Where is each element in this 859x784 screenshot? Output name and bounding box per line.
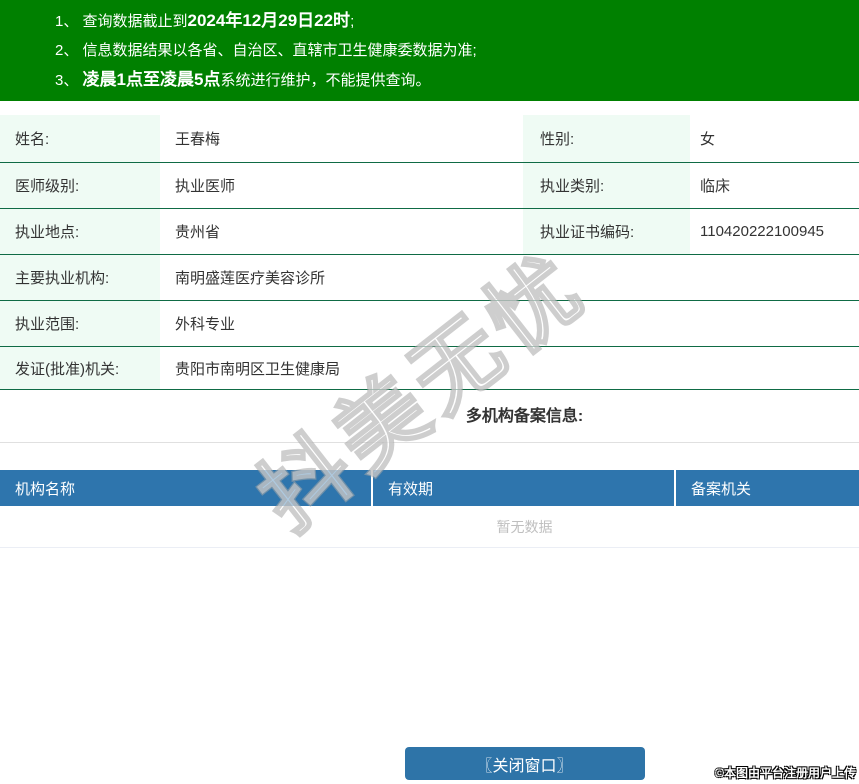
notice-1-bold: 2024年12月29日22时 (187, 11, 351, 30)
notice-item-1: 1、 查询数据截止到2024年12月29日22时; (55, 6, 859, 36)
practitioner-info-table: 姓名: 王春梅 性别: 女 医师级别: 执业医师 执业类别: 临床 执业地点: … (0, 115, 859, 390)
notice-2-text: 2、 信息数据结果以各省、自治区、直辖市卫生健康委数据为准; (55, 42, 477, 59)
cert-label: 执业证书编码: (523, 209, 690, 254)
location-value: 贵州省 (175, 224, 221, 241)
notice-1-pre: 1、 查询数据截止到 (55, 13, 188, 30)
column-header-org-name: 机构名称 (15, 480, 76, 498)
category-value: 临床 (700, 178, 731, 195)
notice-1-post: ; (350, 13, 355, 30)
table-row-main-org: 主要执业机构: 南明盛莲医疗美容诊所 (0, 255, 859, 301)
button-row: 〖关闭窗口〗 (0, 747, 859, 780)
multi-org-section-title: 多机构备案信息: (0, 390, 859, 443)
notice-3-pre: 3、 (55, 72, 83, 89)
notice-item-2: 2、 信息数据结果以各省、自治区、直辖市卫生健康委数据为准; (55, 36, 859, 65)
name-label: 姓名: (0, 115, 160, 162)
level-value: 执业医师 (175, 178, 236, 195)
notice-3-bold: 凌晨1点至凌晨5点 (82, 70, 221, 89)
table-row-level-category: 医师级别: 执业医师 执业类别: 临床 (0, 163, 859, 209)
location-label: 执业地点: (0, 209, 160, 254)
table-row-issuer: 发证(批准)机关: 贵阳市南明区卫生健康局 (0, 347, 859, 390)
close-window-button[interactable]: 〖关闭窗口〗 (404, 747, 645, 780)
table-row-location-cert: 执业地点: 贵州省 执业证书编码: 110420222100945 (0, 209, 859, 255)
table-row-name-gender: 姓名: 王春梅 性别: 女 (0, 115, 859, 163)
column-header-validity: 有效期 (371, 470, 674, 506)
empty-data-text: 暂无数据 (0, 506, 859, 548)
scope-value: 外科专业 (175, 316, 236, 333)
notice-3-post: 系统进行维护，不能提供查询。 (220, 72, 431, 89)
category-label: 执业类别: (523, 163, 690, 208)
gender-value: 女 (700, 131, 716, 148)
issuer-label: 发证(批准)机关: (0, 347, 160, 389)
level-label: 医师级别: (0, 163, 160, 208)
scope-label: 执业范围: (0, 301, 160, 346)
notice-banner: 1、 查询数据截止到2024年12月29日22时; 2、 信息数据结果以各省、自… (0, 0, 859, 101)
org-value: 南明盛莲医疗美容诊所 (175, 270, 326, 287)
issuer-value: 贵阳市南明区卫生健康局 (175, 360, 341, 378)
gender-label: 性别: (523, 115, 690, 162)
filing-table-header: 机构名称 有效期 备案机关 (0, 470, 859, 506)
notice-item-3: 3、 凌晨1点至凌晨5点系统进行维护，不能提供查询。 (55, 65, 859, 95)
name-value: 王春梅 (175, 131, 221, 148)
column-header-authority: 备案机关 (674, 470, 859, 506)
org-label: 主要执业机构: (0, 255, 160, 300)
cert-value: 110420222100945 (700, 223, 825, 240)
table-row-scope: 执业范围: 外科专业 (0, 301, 859, 347)
